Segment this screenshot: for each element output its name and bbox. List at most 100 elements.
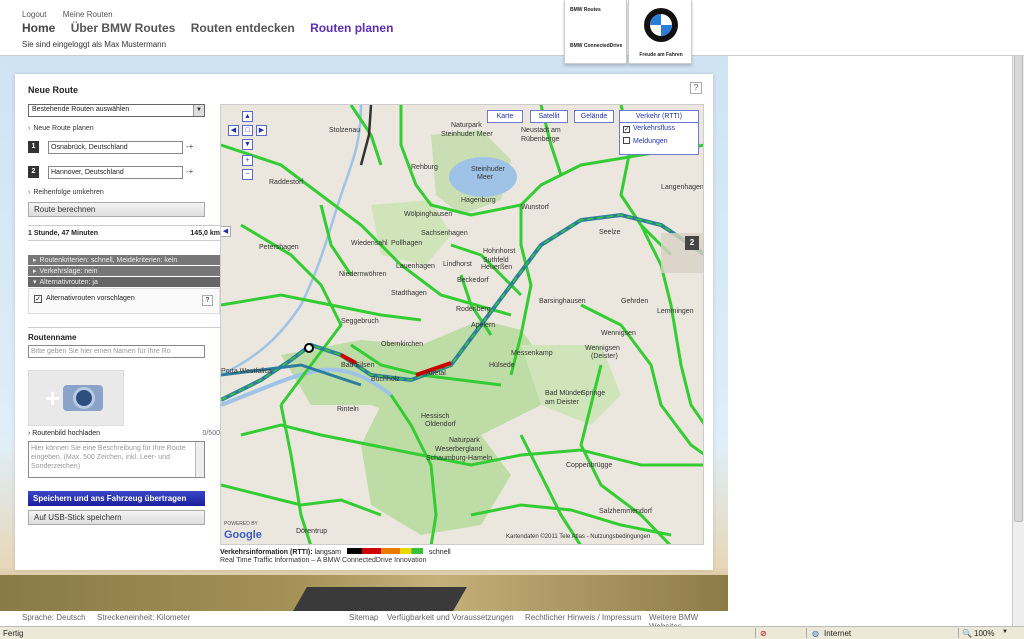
svg-text:Lindhorst: Lindhorst bbox=[443, 261, 472, 268]
footer-sitemap-link[interactable]: Sitemap bbox=[349, 613, 378, 622]
start-location-input[interactable]: Osnabrück, Deutschland bbox=[48, 141, 183, 154]
svg-text:Bad Münder: Bad Münder bbox=[545, 390, 584, 397]
bmw-logo-box[interactable]: Freude am Fahren bbox=[628, 0, 692, 64]
footer-legal-link[interactable]: Rechtlicher Hinweis / Impressum bbox=[525, 613, 641, 622]
reverse-order-link[interactable]: › Reihenfolge umkehren bbox=[28, 189, 220, 196]
brand-routes-label: BMW Routes bbox=[570, 7, 601, 13]
collapse-panel-icon[interactable]: ◀ bbox=[221, 226, 231, 237]
legend-color-bar bbox=[346, 548, 423, 554]
route-distance: 145,0 km bbox=[190, 230, 220, 237]
traffic-messages-checkbox[interactable] bbox=[623, 137, 630, 144]
traffic-legend: Verkehrsinformation (RTTI): langsam schn… bbox=[220, 548, 704, 564]
calculate-route-button[interactable]: Route berechnen bbox=[28, 202, 205, 217]
stop-number-badge: 1 bbox=[28, 141, 39, 153]
bmw-routes-brand[interactable]: BMW Routes BMW ConnectedDrive bbox=[564, 0, 627, 64]
zoom-level[interactable]: 100% bbox=[974, 629, 994, 638]
logout-link[interactable]: Logout bbox=[22, 10, 46, 19]
map-type-terrain-button[interactable]: Gelände bbox=[574, 110, 614, 123]
pan-center-icon[interactable]: □ bbox=[242, 125, 253, 136]
new-route-link[interactable]: › Neue Route planen bbox=[28, 125, 220, 132]
nav-about[interactable]: Über BMW Routes bbox=[71, 21, 176, 35]
zoom-in-icon[interactable]: + bbox=[242, 155, 253, 166]
traffic-flow-label: Verkehrsfluss bbox=[633, 125, 676, 132]
zone-label: Internet bbox=[824, 629, 852, 638]
svg-text:Neustadt am: Neustadt am bbox=[521, 127, 561, 134]
route-image-upload-icon[interactable]: + bbox=[28, 370, 124, 426]
existing-routes-select[interactable]: Bestehende Routen auswählen ▼ bbox=[28, 104, 205, 117]
svg-text:Barsinghausen: Barsinghausen bbox=[539, 298, 586, 305]
map-type-satellite-button[interactable]: Satellit bbox=[530, 110, 568, 123]
route-name-input[interactable]: Bitte geben Sie hier einen Namen für Ihr… bbox=[28, 345, 205, 358]
background-road-image bbox=[0, 575, 728, 611]
help-icon[interactable]: ? bbox=[202, 295, 213, 306]
save-and-send-button[interactable]: Speichern und ans Fahrzeug übertragen bbox=[28, 491, 205, 506]
route-name-label: Routenname bbox=[28, 327, 220, 342]
map-type-map-button[interactable]: Karte bbox=[487, 110, 523, 123]
footer-unit[interactable]: Streckeneinheit: Kilometer bbox=[97, 613, 190, 622]
map-credit[interactable]: Kartendaten ©2011 Tele Atlas - Nutzungsb… bbox=[506, 534, 650, 540]
svg-text:(Deister): (Deister) bbox=[591, 353, 618, 360]
nav-discover[interactable]: Routen entdecken bbox=[191, 21, 295, 35]
svg-text:Weserbergland: Weserbergland bbox=[435, 446, 482, 453]
traffic-flow-option[interactable]: ✓ Verkehrsfluss bbox=[620, 123, 698, 135]
svg-text:Steinhuder: Steinhuder bbox=[471, 166, 506, 173]
pan-left-icon[interactable]: ◀ bbox=[228, 125, 239, 136]
svg-text:Hagenburg: Hagenburg bbox=[461, 197, 496, 204]
criteria-traffic-toggle[interactable]: ▸ Verkehrslage: nein bbox=[28, 266, 220, 276]
help-icon[interactable]: ? bbox=[690, 82, 702, 94]
destination-location-input[interactable]: Hannover, Deutschland bbox=[48, 166, 183, 179]
legend-fast: schnell bbox=[428, 549, 451, 556]
upload-image-link[interactable]: › Routenbild hochladen bbox=[28, 430, 100, 437]
chevron-down-icon[interactable]: ▼ bbox=[1002, 629, 1008, 635]
zoom-out-icon[interactable]: − bbox=[242, 169, 253, 180]
security-icon[interactable]: ⊘ bbox=[760, 629, 767, 638]
stop-add-remove-controls[interactable]: -+ bbox=[186, 142, 193, 151]
criteria-alternatives-toggle[interactable]: ▾ Alternativrouten: ja bbox=[28, 277, 220, 287]
route-map[interactable]: Stolzenau Naturpark Steinhuder Meer Neus… bbox=[220, 104, 704, 545]
map-canvas: Stolzenau Naturpark Steinhuder Meer Neus… bbox=[221, 105, 703, 544]
stop-add-remove-controls[interactable]: -+ bbox=[186, 167, 193, 176]
svg-text:Beckedorf: Beckedorf bbox=[457, 277, 489, 284]
alternatives-checkbox[interactable]: ✓ bbox=[34, 295, 42, 303]
svg-text:Wölpinghausen: Wölpinghausen bbox=[404, 211, 452, 218]
svg-text:Porta Westfalica: Porta Westfalica bbox=[221, 368, 272, 375]
svg-text:Stadthagen: Stadthagen bbox=[391, 290, 427, 297]
char-counter: 0/500 bbox=[202, 430, 220, 437]
stop-row-2: 2 Hannover, Deutschland -+ bbox=[28, 166, 220, 180]
traffic-messages-option[interactable]: Meldungen bbox=[620, 135, 698, 147]
nav-home[interactable]: Home bbox=[22, 21, 55, 35]
svg-text:Steinhuder Meer: Steinhuder Meer bbox=[441, 131, 493, 138]
svg-text:Messenkamp: Messenkamp bbox=[511, 350, 553, 357]
criteria-route-toggle[interactable]: ▸ Routenkriterien: schnell, Meidekriterie… bbox=[28, 255, 220, 265]
svg-text:Stolzenau: Stolzenau bbox=[329, 127, 360, 134]
stop-row-1: 1 Osnabrück, Deutschland -+ bbox=[28, 141, 220, 155]
usb-save-button[interactable]: Auf USB-Stick speichern bbox=[28, 510, 205, 525]
nav-plan-routes[interactable]: Routen planen bbox=[310, 21, 393, 35]
right-blank-area bbox=[728, 56, 1012, 626]
traffic-panel-header[interactable]: Verkehr (RTTI) bbox=[620, 111, 698, 123]
footer-language[interactable]: Sprache: Deutsch bbox=[22, 613, 86, 622]
pan-right-icon[interactable]: ▶ bbox=[256, 125, 267, 136]
svg-text:Pollhagen: Pollhagen bbox=[391, 240, 422, 247]
page-scrollbar[interactable] bbox=[1012, 0, 1024, 626]
svg-text:Wennigsen: Wennigsen bbox=[585, 345, 620, 352]
destination-marker[interactable]: 2 bbox=[685, 236, 699, 250]
pan-down-icon[interactable]: ▼ bbox=[242, 139, 253, 150]
svg-text:Seelze: Seelze bbox=[599, 229, 621, 236]
my-routes-link[interactable]: Meine Routen bbox=[63, 10, 113, 19]
pan-up-icon[interactable]: ▲ bbox=[242, 111, 253, 122]
textarea-scrollbar[interactable] bbox=[195, 442, 204, 477]
svg-text:Salzhemmendorf: Salzhemmendorf bbox=[599, 508, 652, 515]
svg-text:Seggebruch: Seggebruch bbox=[341, 318, 379, 325]
description-textarea[interactable]: Hier können Sie eine Beschreibung für Ih… bbox=[28, 441, 205, 478]
page-footer: Sprache: Deutsch Streckeneinheit: Kilome… bbox=[0, 611, 728, 631]
traffic-flow-checkbox[interactable]: ✓ bbox=[623, 126, 630, 133]
svg-text:Bad Eilsen: Bad Eilsen bbox=[341, 362, 375, 369]
google-logo[interactable]: Google bbox=[224, 529, 262, 541]
svg-text:Hessisch: Hessisch bbox=[421, 413, 450, 420]
svg-text:Suthfeld: Suthfeld bbox=[483, 257, 509, 264]
svg-text:Rehburg: Rehburg bbox=[411, 164, 438, 171]
alternatives-label: Alternativrouten vorschlagen bbox=[46, 295, 135, 302]
svg-text:Rinteln: Rinteln bbox=[337, 406, 359, 413]
footer-availability-link[interactable]: Verfügbarkeit und Voraussetzungen bbox=[387, 613, 514, 622]
